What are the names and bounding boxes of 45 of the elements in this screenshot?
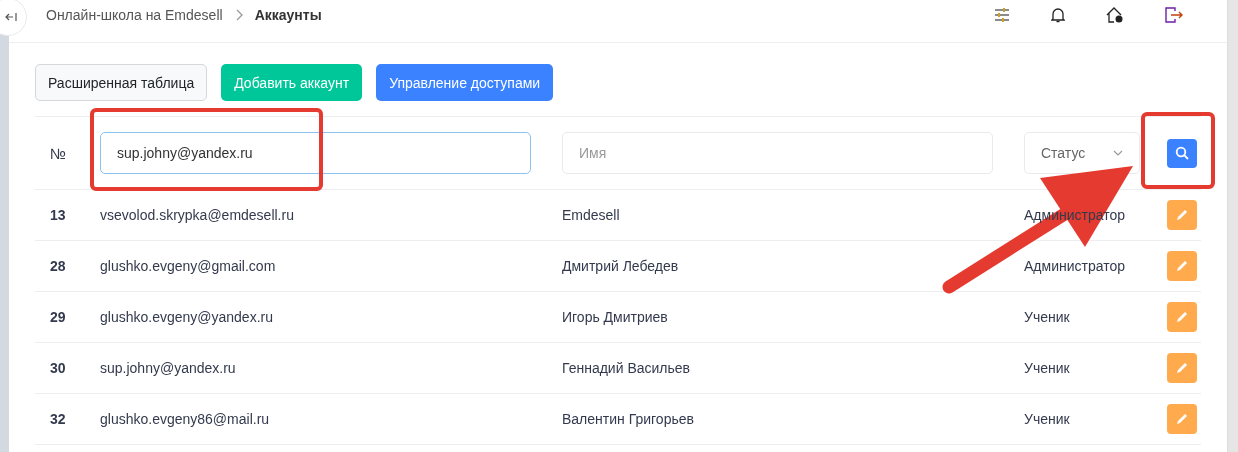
email-field[interactable]: sup.johny@yandex.ru	[100, 132, 531, 174]
table-cell-text: 32	[49, 411, 67, 427]
table-cell-text: Ученик	[1024, 411, 1071, 427]
table-cell-text: Emdesell	[562, 207, 621, 223]
table-cell-text: sup.johny@yandex.ru	[100, 360, 237, 376]
table-cell-text: Игорь Дмитриев	[562, 309, 669, 325]
breadcrumb-item: Аккаунты	[254, 7, 322, 23]
table-cell-text: 13	[49, 207, 67, 223]
column-header: №	[49, 144, 68, 162]
table-cell-text: glushko.evgeny86@mail.ru	[100, 411, 271, 427]
toolbar-button[interactable]: Управление доступами	[376, 64, 554, 101]
pencil-icon	[1175, 310, 1189, 324]
pencil-icon	[1175, 361, 1189, 375]
table-cell-text: 30	[49, 360, 67, 376]
search-button[interactable]	[1167, 138, 1197, 168]
table-cell-text: vsevolod.skrypka@emdesell.ru	[100, 207, 295, 223]
table-cell-text: Валентин Григорьев	[562, 411, 695, 427]
pencil-icon	[1175, 259, 1189, 273]
logout-icon[interactable]	[1165, 7, 1183, 23]
edit-button[interactable]	[1167, 302, 1197, 332]
table-cell-text: Дмитрий Лебедев	[562, 258, 680, 274]
table-cell-text: Ученик	[1024, 309, 1071, 325]
chevron-down-icon	[1113, 150, 1123, 156]
name-field[interactable]: Имя	[562, 132, 993, 174]
table-cell-text: Геннадий Васильев	[562, 360, 691, 376]
edit-button[interactable]	[1167, 353, 1197, 383]
edit-button[interactable]	[1167, 200, 1197, 230]
edit-button[interactable]	[1167, 404, 1197, 434]
search-icon	[1175, 146, 1189, 160]
table-cell-text: Администратор	[1024, 258, 1126, 274]
bell-icon[interactable]	[1051, 7, 1065, 23]
collapse-icon	[5, 12, 17, 22]
table-cell-text: glushko.evgeny@gmail.com	[100, 258, 277, 274]
table-cell-text: Ученик	[1024, 360, 1071, 376]
pencil-icon	[1175, 412, 1189, 426]
home-icon[interactable]	[1106, 7, 1124, 23]
toolbar-button[interactable]: Расширенная таблица	[35, 64, 208, 101]
edit-button[interactable]	[1167, 251, 1197, 281]
table-cell-text: 28	[49, 258, 67, 274]
table-cell-text: glushko.evgeny@yandex.ru	[100, 309, 274, 325]
pencil-icon	[1175, 208, 1189, 222]
breadcrumb-item[interactable]: Онлайн-школа на Emdesell	[46, 7, 223, 23]
chevron-icon	[234, 9, 243, 21]
table-cell-text: 29	[49, 309, 67, 325]
sliders-icon[interactable]	[994, 8, 1010, 22]
